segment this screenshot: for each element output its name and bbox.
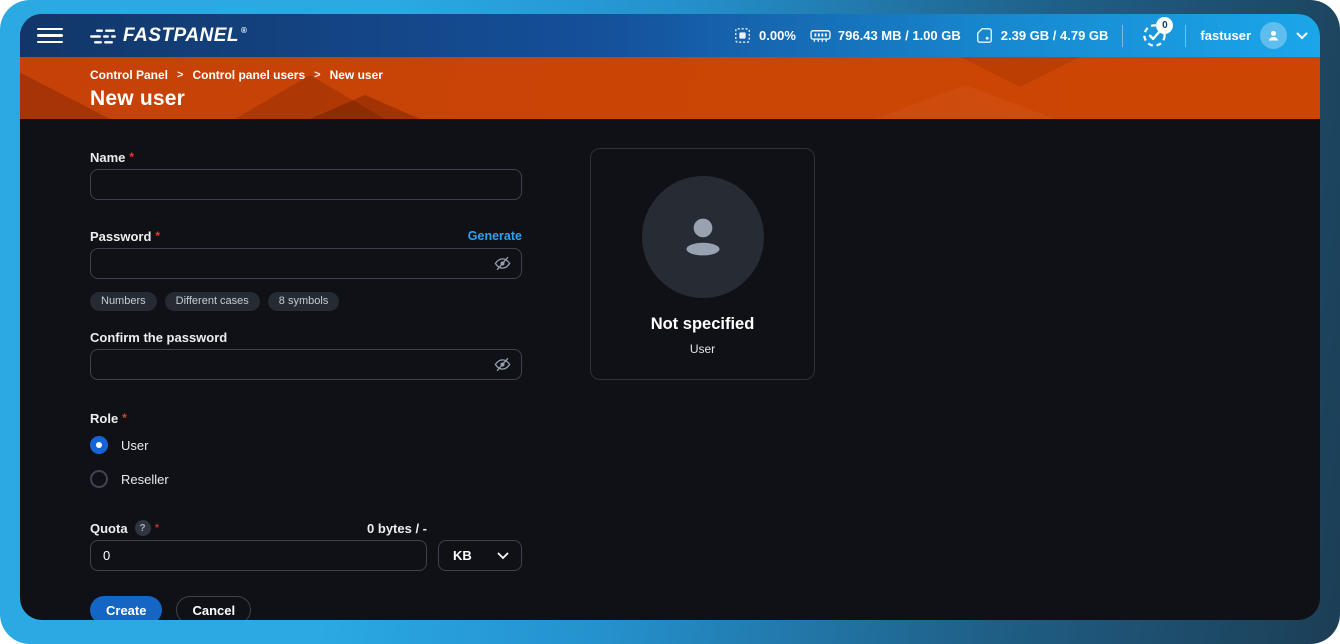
app-window: FASTPANEL ® 0.00% [20, 14, 1320, 620]
required-asterisk: * [129, 150, 134, 164]
role-option-reseller-label: Reseller [121, 472, 169, 487]
new-user-form: Name * Password * Generate [90, 148, 522, 620]
quota-unit-value: KB [453, 548, 472, 563]
required-asterisk: * [155, 521, 160, 535]
cancel-button[interactable]: Cancel [176, 596, 251, 620]
role-option-reseller[interactable]: Reseller [90, 470, 522, 488]
cpu-usage-stat: 0.00% [733, 26, 796, 45]
eye-off-icon [493, 355, 512, 374]
create-button[interactable]: Create [90, 596, 162, 620]
role-label: Role * [90, 409, 522, 427]
disk-usage-value: 2.39 GB / 4.79 GB [1001, 28, 1109, 43]
password-requirements: Numbers Different cases 8 symbols [90, 292, 522, 311]
topbar-divider [1185, 25, 1186, 47]
username-label: fastuser [1200, 28, 1251, 43]
radio-selected-icon[interactable] [90, 436, 108, 454]
cpu-usage-value: 0.00% [759, 28, 796, 43]
breadcrumb-current: New user [330, 68, 383, 82]
name-input[interactable] [90, 169, 522, 200]
generate-password-link[interactable]: Generate [468, 229, 522, 243]
disk-usage-stat: 2.39 GB / 4.79 GB [975, 26, 1109, 45]
quota-usage-text: 0 bytes / - [367, 521, 427, 536]
notifications-button[interactable]: 0 [1137, 21, 1171, 51]
eye-off-icon [493, 254, 512, 273]
breadcrumb-control-panel-users[interactable]: Control panel users [192, 68, 305, 82]
fastpanel-speedlines-icon [88, 27, 118, 47]
required-asterisk: * [155, 229, 160, 243]
toggle-password-visibility-button[interactable] [493, 254, 512, 273]
disk-icon [975, 26, 994, 45]
cpu-icon [733, 26, 752, 45]
notification-count-badge: 0 [1156, 17, 1173, 34]
quota-input[interactable] [90, 540, 427, 571]
chevron-down-icon [497, 552, 509, 560]
required-asterisk: * [122, 411, 127, 425]
ram-usage-stat: 796.43 MB / 1.00 GB [810, 28, 961, 44]
password-hint-chip: Numbers [90, 292, 157, 311]
breadcrumb: Control Panel > Control panel users > Ne… [90, 68, 1320, 82]
app-frame: FASTPANEL ® 0.00% [0, 0, 1340, 644]
confirm-password-input[interactable] [90, 349, 522, 380]
registered-mark: ® [241, 26, 247, 35]
breadcrumb-control-panel[interactable]: Control Panel [90, 68, 168, 82]
page-header: Control Panel > Control panel users > Ne… [20, 57, 1320, 119]
main-content: Name * Password * Generate [20, 119, 1320, 620]
ram-usage-value: 796.43 MB / 1.00 GB [838, 28, 961, 43]
preview-name: Not specified [651, 315, 755, 334]
topbar: FASTPANEL ® 0.00% [20, 14, 1320, 57]
page-title: New user [90, 87, 1320, 111]
menu-toggle-button[interactable] [30, 21, 70, 51]
hamburger-icon [37, 28, 63, 31]
name-label: Name * [90, 148, 522, 166]
person-icon [1266, 28, 1281, 43]
header-content: Control Panel > Control panel users > Ne… [20, 57, 1320, 111]
password-hint-chip: Different cases [165, 292, 260, 311]
role-option-user[interactable]: User [90, 436, 522, 454]
brand-name: FASTPANEL [123, 25, 239, 47]
avatar-placeholder [642, 176, 764, 298]
password-hint-chip: 8 symbols [268, 292, 340, 311]
chevron-down-icon [1296, 32, 1308, 40]
preview-role: User [690, 342, 715, 356]
confirm-password-label: Confirm the password [90, 328, 522, 346]
password-label: Password * [90, 227, 160, 245]
topbar-divider [1122, 25, 1123, 47]
radio-unselected-icon[interactable] [90, 470, 108, 488]
person-icon [670, 204, 736, 270]
quota-unit-select[interactable]: KB [438, 540, 522, 571]
user-menu[interactable]: fastuser [1200, 22, 1308, 49]
quota-help-icon[interactable]: ? [135, 520, 151, 536]
brand-logo[interactable]: FASTPANEL ® [88, 25, 247, 47]
breadcrumb-separator: > [177, 69, 183, 81]
breadcrumb-separator: > [314, 69, 320, 81]
user-avatar [1260, 22, 1287, 49]
toggle-confirm-visibility-button[interactable] [493, 355, 512, 374]
quota-label: Quota [90, 519, 128, 537]
password-input[interactable] [90, 248, 522, 279]
user-preview-card: Not specified User [590, 148, 815, 380]
role-option-user-label: User [121, 438, 148, 453]
ram-icon [810, 28, 831, 44]
topbar-right: 0.00% 796.43 MB / 1.00 GB [733, 21, 1308, 51]
